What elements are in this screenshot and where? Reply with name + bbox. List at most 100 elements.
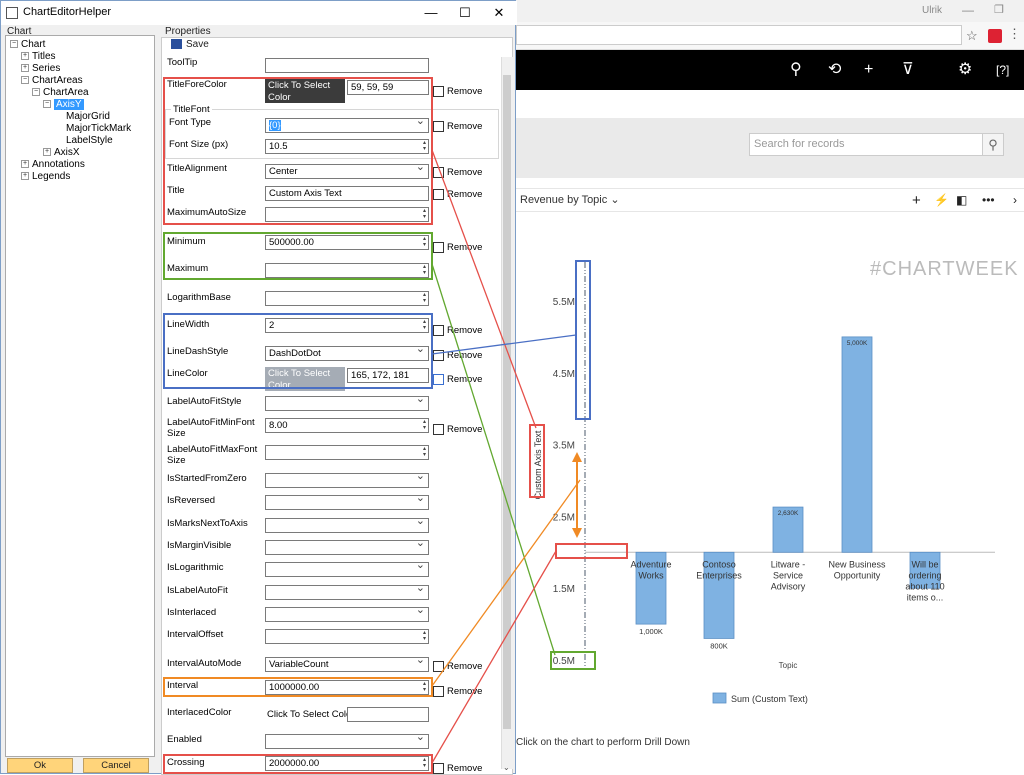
tree-item-labelstyle[interactable]: LabelStyle bbox=[54, 135, 113, 146]
line-dash-style-remove-checkbox[interactable] bbox=[433, 350, 444, 361]
minimum-remove-checkbox[interactable] bbox=[433, 242, 444, 253]
bar-data-label: 5,000K bbox=[847, 340, 868, 347]
tree-expander-icon[interactable]: + bbox=[21, 172, 29, 181]
y-tick-label: 5.5M bbox=[553, 297, 575, 308]
save-icon[interactable] bbox=[171, 39, 182, 49]
enabled-select[interactable] bbox=[265, 734, 429, 749]
tree-item-axisx[interactable]: + AxisX bbox=[43, 147, 80, 158]
x-category-label: Service bbox=[773, 570, 803, 580]
save-button[interactable]: Save bbox=[186, 39, 209, 50]
min-max-highlight bbox=[163, 232, 433, 280]
is-started-from-zero-select[interactable] bbox=[265, 473, 429, 488]
tree-item-label: Series bbox=[32, 63, 61, 74]
tree-item-series[interactable]: + Series bbox=[21, 63, 60, 74]
legend-swatch bbox=[712, 692, 727, 704]
tooltip-label: ToolTip bbox=[167, 57, 198, 68]
x-category-label: Opportunity bbox=[834, 570, 881, 580]
label-auto-fit-min-label-2: Size bbox=[167, 428, 186, 439]
chart-tree[interactable]: − Chart + Titles + Series − ChartAreas − ChartAre… bbox=[5, 35, 155, 757]
tree-item-label: Annotations bbox=[32, 159, 85, 170]
crossing-highlight-box bbox=[555, 543, 628, 559]
line-width-remove-checkbox[interactable] bbox=[433, 325, 444, 336]
axis-line-highlight bbox=[575, 260, 591, 420]
x-category-label: about 110 bbox=[905, 581, 944, 591]
tree-item-label: ChartAreas bbox=[32, 75, 83, 86]
tree-expander-icon[interactable]: + bbox=[21, 52, 29, 61]
is-marks-next-to-axis-select[interactable] bbox=[265, 518, 429, 533]
remove-label: Remove bbox=[447, 189, 483, 200]
remove-label: Remove bbox=[447, 763, 483, 774]
tree-item-titles[interactable]: + Titles bbox=[21, 51, 56, 62]
tree-expander-icon[interactable]: − bbox=[21, 76, 29, 85]
scroll-down-icon[interactable]: ⌄ bbox=[503, 763, 510, 772]
tree-expander-icon[interactable]: + bbox=[21, 64, 29, 73]
remove-label: Remove bbox=[447, 242, 483, 253]
interlaced-color-input[interactable] bbox=[347, 707, 429, 722]
scrollbar-thumb[interactable] bbox=[503, 75, 511, 729]
interval-offset-input[interactable] bbox=[265, 629, 429, 644]
tree-item-chartarea[interactable]: − ChartArea bbox=[32, 87, 89, 98]
crossing-remove-checkbox[interactable] bbox=[433, 763, 444, 774]
label-auto-fit-min-label: LabelAutoFitMinFont bbox=[167, 417, 255, 428]
tree-item-annotations[interactable]: + Annotations bbox=[21, 159, 85, 170]
cancel-button[interactable]: Cancel bbox=[83, 758, 149, 773]
minimize-button[interactable]: — bbox=[417, 3, 445, 23]
tree-item-label: MajorTickMark bbox=[66, 123, 132, 134]
is-logarithmic-select[interactable] bbox=[265, 562, 429, 577]
ok-button[interactable]: Ok bbox=[7, 758, 73, 773]
title-fore-color-remove-checkbox[interactable] bbox=[433, 86, 444, 97]
close-button[interactable]: ✕ bbox=[485, 3, 513, 23]
is-reversed-label: IsReversed bbox=[167, 495, 216, 506]
tree-expander-icon[interactable]: − bbox=[32, 88, 40, 97]
y-axis-title: Custom Axis Text bbox=[533, 430, 543, 499]
title-alignment-remove-checkbox[interactable] bbox=[433, 167, 444, 178]
maximize-button[interactable]: ☐ bbox=[451, 3, 479, 23]
is-label-auto-fit-select[interactable] bbox=[265, 585, 429, 600]
label-auto-fit-max-input[interactable] bbox=[265, 445, 429, 460]
interval-auto-mode-remove-checkbox[interactable] bbox=[433, 661, 444, 672]
tooltip-input[interactable] bbox=[265, 58, 429, 73]
tree-item-chartareas[interactable]: − ChartAreas bbox=[21, 75, 83, 86]
tree-item-label: AxisX bbox=[54, 147, 80, 158]
x-category-label: Works bbox=[638, 570, 664, 580]
tree-expander-icon[interactable]: − bbox=[43, 100, 51, 109]
x-category-label: items o... bbox=[907, 592, 944, 602]
crossing-highlight bbox=[163, 754, 433, 774]
interval-auto-mode-select[interactable]: VariableCount bbox=[265, 657, 429, 672]
tree-item-legends[interactable]: + Legends bbox=[21, 171, 70, 182]
is-reversed-select[interactable] bbox=[265, 495, 429, 510]
label-auto-fit-min-input[interactable]: 8.00 bbox=[265, 418, 429, 433]
bar-data-label: 800K bbox=[710, 641, 728, 650]
app-icon bbox=[6, 7, 18, 19]
is-interlaced-select[interactable] bbox=[265, 607, 429, 622]
tree-item-chart[interactable]: − Chart bbox=[10, 39, 45, 50]
remove-label: Remove bbox=[447, 121, 483, 132]
axis-title-remove-checkbox[interactable] bbox=[433, 189, 444, 200]
remove-label: Remove bbox=[447, 350, 483, 361]
label-auto-fit-max-label: LabelAutoFitMaxFont bbox=[167, 444, 258, 455]
interlaced-color-button[interactable]: Click To Select Color bbox=[267, 709, 354, 720]
tree-item-majorgrid[interactable]: MajorGrid bbox=[54, 111, 110, 122]
font-type-remove-checkbox[interactable] bbox=[433, 121, 444, 132]
is-margin-visible-select[interactable] bbox=[265, 540, 429, 555]
logarithm-base-label: LogarithmBase bbox=[167, 292, 231, 303]
interval-offset-label: IntervalOffset bbox=[167, 629, 224, 640]
tree-expander-icon[interactable]: − bbox=[10, 40, 18, 49]
x-axis-title: Topic bbox=[779, 661, 798, 670]
interval-remove-checkbox[interactable] bbox=[433, 686, 444, 697]
label-auto-fit-style-select[interactable] bbox=[265, 396, 429, 411]
label-auto-fit-min-remove-checkbox[interactable] bbox=[433, 424, 444, 435]
line-style-highlight bbox=[163, 313, 433, 389]
tree-expander-icon[interactable]: + bbox=[21, 160, 29, 169]
tree-item-axisy[interactable]: − AxisY bbox=[43, 99, 84, 110]
is-margin-visible-label: IsMarginVisible bbox=[167, 540, 232, 551]
line-color-remove-checkbox[interactable] bbox=[433, 374, 444, 385]
title-settings-highlight bbox=[163, 77, 433, 225]
tree-expander-icon[interactable]: + bbox=[43, 148, 51, 157]
y-tick-label: 2.5M bbox=[553, 512, 575, 523]
logarithm-base-input[interactable] bbox=[265, 291, 429, 306]
tree-item-majortickmark[interactable]: MajorTickMark bbox=[54, 123, 131, 134]
y-tick-label: 4.5M bbox=[553, 369, 575, 380]
remove-label: Remove bbox=[447, 661, 483, 672]
chart-bar bbox=[841, 336, 873, 553]
